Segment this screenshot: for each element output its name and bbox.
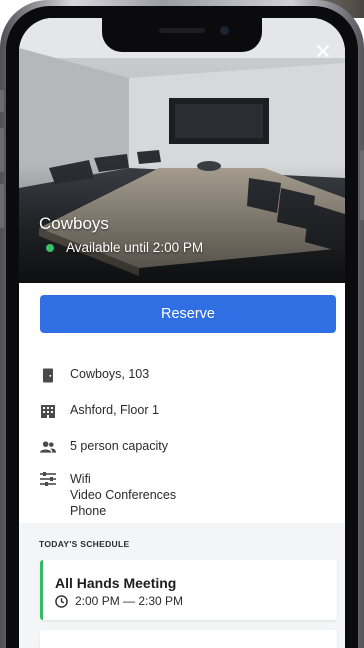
close-icon: ✕ — [313, 39, 333, 64]
available-dot-icon — [46, 243, 54, 252]
amenity-item: Video Conferences — [70, 488, 177, 502]
availability-text: Available until 2:00 PM — [66, 240, 204, 255]
clock-icon — [55, 594, 68, 608]
room-details-card: Reserve Cowboys, 103 Ashford, Floor 1 5 … — [19, 283, 345, 523]
schedule-event-next[interactable] — [40, 630, 337, 648]
building-icon — [40, 403, 56, 419]
amenity-item: Phone — [70, 504, 107, 518]
amenity-item: Wifi — [70, 472, 91, 486]
room-number-row: Cowboys, 103 — [40, 367, 149, 383]
phone-side-button — [0, 184, 4, 228]
phone-side-button — [0, 90, 4, 112]
reserve-button[interactable]: Reserve — [40, 295, 336, 333]
schedule-event[interactable]: All Hands Meeting 2:00 PM — 2:30 PM — [40, 560, 337, 620]
amenities-list: Wifi Video Conferences Phone — [70, 471, 176, 519]
capacity-text: 5 person capacity — [70, 439, 168, 453]
phone-side-button — [0, 128, 4, 172]
camera-icon — [220, 26, 229, 35]
capacity-row: 5 person capacity — [40, 439, 168, 455]
people-icon — [40, 439, 56, 455]
speaker-grille — [159, 28, 205, 33]
location-text: Ashford, Floor 1 — [70, 403, 159, 417]
close-button[interactable]: ✕ — [311, 40, 335, 64]
event-time-text: 2:00 PM — 2:30 PM — [75, 594, 184, 608]
amenities-row: Wifi Video Conferences Phone — [40, 471, 176, 519]
availability-status: Available until 2:00 PM — [39, 240, 203, 255]
location-row: Ashford, Floor 1 — [40, 403, 159, 419]
app-screen: ✕ Cowboys Available until 2:00 PM Reserv… — [19, 18, 345, 648]
door-icon — [40, 367, 56, 383]
phone-notch — [102, 18, 262, 52]
phone-side-button — [360, 150, 364, 220]
room-title: Cowboys — [39, 214, 109, 233]
event-time-row: 2:00 PM — 2:30 PM — [55, 594, 183, 608]
schedule-heading: TODAY'S SCHEDULE — [39, 539, 130, 549]
sliders-icon — [40, 471, 56, 487]
room-number-text: Cowboys, 103 — [70, 367, 150, 381]
event-title: All Hands Meeting — [55, 575, 177, 591]
